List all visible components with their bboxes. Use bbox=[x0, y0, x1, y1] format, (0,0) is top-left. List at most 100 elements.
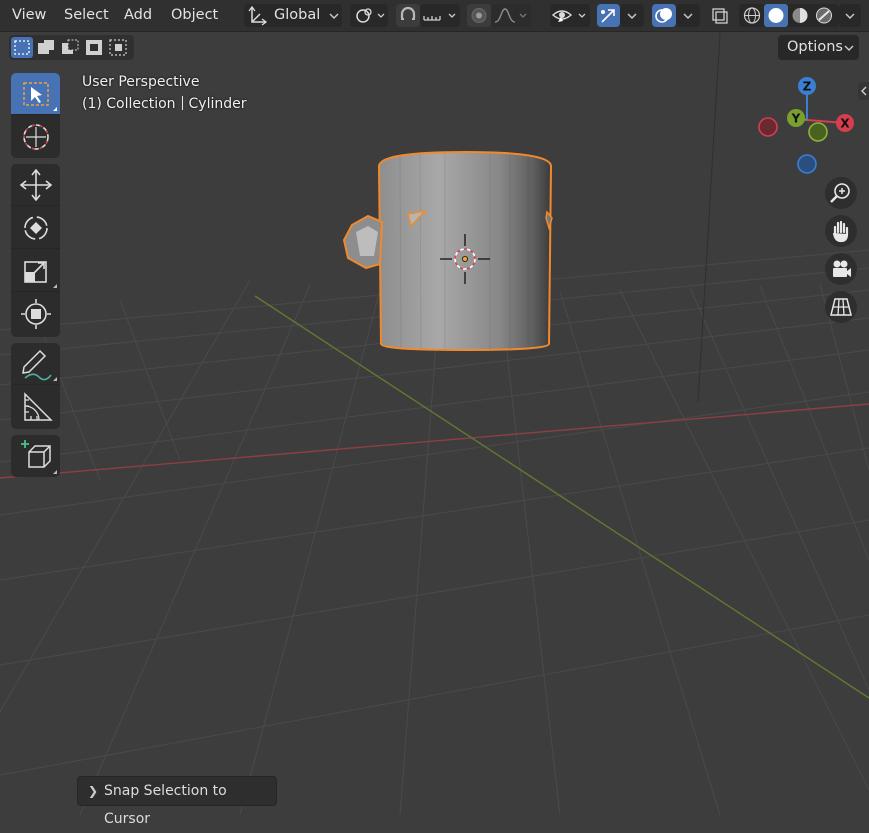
material-preview-icon bbox=[792, 8, 808, 23]
x-axis-line bbox=[0, 403, 869, 479]
toolbar-annotate-group bbox=[11, 343, 60, 429]
tool-transform[interactable] bbox=[11, 293, 60, 335]
toolbar-transform-group bbox=[11, 164, 60, 337]
tool-scale[interactable] bbox=[11, 250, 60, 292]
collection-label: (1) Collection bbox=[82, 96, 176, 112]
neg-y-axis-handle bbox=[808, 122, 828, 142]
tool-measure[interactable] bbox=[11, 386, 60, 428]
gizmos-dropdown[interactable] bbox=[620, 4, 644, 27]
select-intersect-icon bbox=[109, 39, 127, 56]
view-name-label: User Perspective bbox=[82, 74, 200, 90]
camera-view-button[interactable] bbox=[825, 253, 857, 285]
tool-rotate[interactable] bbox=[11, 207, 60, 249]
chevron-down-icon bbox=[845, 13, 855, 19]
tool-select-box[interactable] bbox=[11, 73, 60, 115]
options-dropdown[interactable]: Options bbox=[778, 35, 859, 60]
chevron-left-icon bbox=[861, 86, 867, 96]
gizmos-toggle[interactable] bbox=[597, 4, 620, 27]
chevron-down-icon bbox=[627, 13, 637, 19]
grid-ortho-icon bbox=[830, 298, 852, 316]
neg-z-axis-handle bbox=[797, 154, 817, 174]
last-operator-label: Snap Selection to Cursor bbox=[104, 783, 227, 827]
object-name-label: Cylinder bbox=[188, 96, 247, 112]
z-axis-line bbox=[697, 0, 723, 403]
snap-target-dropdown[interactable] bbox=[420, 4, 460, 27]
selectability-visibility-dropdown[interactable] bbox=[550, 4, 590, 27]
y-axis-line bbox=[254, 295, 869, 699]
tool-add-cube[interactable] bbox=[11, 435, 60, 477]
menu-add[interactable]: Add bbox=[120, 0, 156, 30]
tool-annotate[interactable] bbox=[11, 343, 60, 385]
proportional-editing-toggle[interactable] bbox=[467, 4, 491, 27]
select-invert-icon bbox=[86, 40, 102, 55]
y-axis-label: Y bbox=[791, 112, 801, 126]
snap-magnet-icon bbox=[400, 6, 416, 20]
cursor-tool-icon bbox=[23, 124, 49, 150]
select-extend-button[interactable] bbox=[35, 37, 57, 58]
tool-move[interactable] bbox=[11, 164, 60, 206]
overlays-toggle-icon bbox=[655, 8, 672, 23]
sidebar-toggle-tab[interactable] bbox=[858, 82, 869, 100]
xray-toggle[interactable] bbox=[708, 4, 732, 27]
toolbar-add-group bbox=[11, 435, 60, 477]
selection-mode-group bbox=[9, 35, 134, 60]
gizmos-toggle-icon bbox=[601, 9, 615, 23]
select-subtract-icon bbox=[62, 39, 79, 54]
viewport-scene bbox=[0, 0, 869, 815]
shading-mode-group bbox=[739, 4, 839, 27]
rendered-shading-icon bbox=[816, 7, 832, 24]
snap-toggle[interactable] bbox=[396, 4, 420, 27]
select-new-button[interactable] bbox=[11, 37, 33, 58]
rotate-icon bbox=[24, 216, 48, 240]
wireframe-shading-icon bbox=[743, 7, 761, 24]
chevron-down-icon bbox=[844, 45, 854, 51]
tool-cursor[interactable] bbox=[11, 116, 60, 158]
options-label: Options bbox=[787, 39, 843, 55]
select-extend-icon bbox=[38, 40, 54, 54]
z-axis-label: Z bbox=[803, 80, 812, 94]
chevron-down-icon bbox=[329, 13, 339, 19]
zoom-icon bbox=[830, 183, 850, 203]
solid-shading-icon bbox=[768, 8, 784, 23]
active-object-info: (1) Collection Cylinder bbox=[82, 96, 247, 112]
cylinder-object bbox=[342, 150, 553, 352]
visibility-eye-icon bbox=[551, 10, 586, 22]
select-new-icon bbox=[14, 40, 30, 55]
zoom-button[interactable] bbox=[825, 177, 857, 209]
menu-view[interactable]: View bbox=[8, 0, 50, 30]
neg-x-axis-handle bbox=[758, 117, 778, 137]
overlays-dropdown[interactable] bbox=[676, 4, 700, 27]
last-operator-panel[interactable]: ❯ Snap Selection to Cursor bbox=[77, 776, 277, 827]
chevron-down-icon bbox=[683, 13, 693, 19]
proportional-editing-icon bbox=[471, 8, 487, 23]
viewport-header: View Select Add Object Global bbox=[0, 0, 869, 32]
transform-orientation-dropdown[interactable]: Global bbox=[244, 4, 342, 27]
snap-increment-icon bbox=[423, 13, 456, 21]
measure-ruler-icon bbox=[24, 392, 53, 421]
ortho-toggle-button[interactable] bbox=[825, 291, 857, 323]
falloff-curve-icon bbox=[494, 8, 527, 23]
pivot-point-icon bbox=[356, 8, 385, 23]
proportional-falloff-dropdown[interactable] bbox=[491, 4, 531, 27]
transform-icon bbox=[21, 299, 51, 329]
navigation-gizmo[interactable]: Z X Y bbox=[750, 70, 862, 180]
menu-object[interactable]: Object bbox=[167, 0, 222, 30]
x-axis-label: X bbox=[840, 117, 850, 131]
shading-dropdown[interactable] bbox=[839, 4, 861, 27]
3d-viewport[interactable] bbox=[0, 0, 869, 815]
chevron-right-icon: ❯ bbox=[88, 784, 99, 798]
select-invert-button[interactable] bbox=[83, 37, 105, 58]
overlays-toggle[interactable] bbox=[652, 4, 676, 27]
xray-toggle-icon bbox=[712, 8, 728, 24]
object-origin bbox=[461, 255, 468, 262]
pan-button[interactable] bbox=[825, 215, 857, 247]
pivot-point-dropdown[interactable] bbox=[350, 4, 388, 27]
move-icon bbox=[19, 168, 53, 202]
select-subtract-button[interactable] bbox=[59, 37, 81, 58]
camera-icon bbox=[833, 260, 851, 277]
select-intersect-button[interactable] bbox=[107, 37, 129, 58]
toolbar-select-group bbox=[11, 73, 60, 158]
menu-select[interactable]: Select bbox=[60, 0, 113, 30]
separator bbox=[181, 96, 183, 110]
pan-hand-icon bbox=[832, 220, 849, 243]
